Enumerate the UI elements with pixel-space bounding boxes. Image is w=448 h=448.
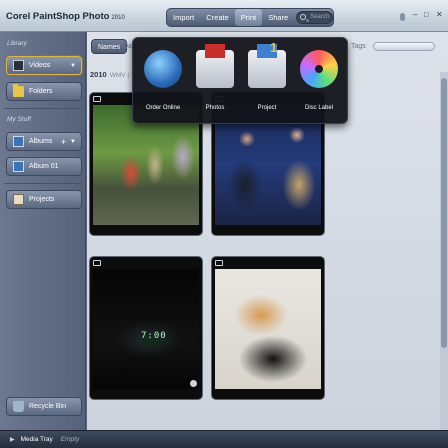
expand-arrow-icon[interactable]: ▶ [10,436,15,443]
main-menu: Import Create Print Share Search [166,8,334,27]
add-album-button[interactable]: + [61,137,66,147]
title-bar: Corel PaintShop Photo 2010 Import Create … [0,0,448,32]
rotate-icon[interactable] [190,380,197,387]
search-icon [300,14,307,20]
recycle-bin-icon [13,401,24,412]
sidebar-item-label: Projects [29,196,55,203]
menu-create[interactable]: Create [200,9,235,26]
sidebar-item-label: Album 01 [29,163,59,170]
app-name: Corel PaintShop Photo [6,11,110,22]
sidebar-item-videos[interactable]: Videos ▼ [6,56,82,75]
clock-display: 7:00 [141,331,167,341]
sidebar-item-albums[interactable]: Albums + ▼ [6,132,82,151]
scrollbar-thumb[interactable] [441,78,447,348]
sidebar-item-recycle-bin[interactable]: Recycle Bin [6,397,82,416]
option-label: Disc Label [304,105,333,111]
album-icon [13,136,24,147]
video-thumbnail[interactable] [211,256,325,400]
sidebar-item-label: Albums [29,138,53,145]
sidebar-item-label: Recycle Bin [29,403,66,410]
folder-icon [13,84,24,97]
zoom-slider[interactable] [373,42,435,51]
microphone-icon[interactable] [400,13,405,21]
sidebar-item-album-01[interactable]: Album 01 [6,157,82,176]
maximize-button[interactable]: □ [424,10,429,19]
menu-share[interactable]: Share [262,9,294,26]
menu-import[interactable]: Import [167,9,200,26]
globe-printer-icon [144,50,182,88]
video-thumbnail[interactable]: 7:00 [89,256,203,400]
project-icon [13,194,24,205]
library-label: Library [7,40,27,47]
search-input[interactable]: Search [296,11,333,24]
thumbnail-image [215,269,321,389]
project-printer-icon: 1 [248,40,286,88]
scrollbar[interactable] [440,72,448,448]
group-year: 2010 [90,70,107,79]
sidebar-item-folders[interactable]: Folders [6,82,82,101]
video-icon [215,260,223,266]
print-option-photos[interactable]: Photos [189,44,241,118]
sidebar: Library Videos ▼ Folders My Stuff Albums… [0,32,86,430]
print-option-project[interactable]: 1 Project [241,40,293,118]
chevron-down-icon[interactable]: ▼ [70,63,76,69]
media-tray-label[interactable]: Media Tray [21,436,53,443]
chevron-down-icon[interactable]: ▼ [70,139,76,145]
media-tray-status: Empty [60,436,80,443]
option-label: Photos [205,105,225,111]
tab-tags[interactable]: Tags [345,39,372,54]
film-icon [13,60,24,71]
minimize-button[interactable]: – [413,10,417,19]
album-icon [13,161,24,172]
divider [4,108,82,109]
print-dropdown: Order Online Photos 1 Project Disc Label [132,37,348,124]
close-button[interactable]: ✕ [436,10,443,19]
option-label: Project [257,105,277,111]
divider [4,183,82,184]
menu-print[interactable]: Print [234,9,263,26]
sidebar-item-label: Folders [29,88,53,95]
printer-icon [196,44,234,88]
app-title: Corel PaintShop Photo 2010 [6,11,125,22]
app-version: 2010 [111,15,125,21]
print-option-disc-label[interactable]: Disc Label [293,46,345,118]
sidebar-item-label: Videos [29,62,51,69]
my-stuff-label: My Stuff [7,116,31,123]
media-tray: ▶ Media Tray Empty [0,430,448,448]
print-option-order-online[interactable]: Order Online [137,46,189,118]
disc-icon [300,50,338,88]
video-icon [93,260,101,266]
search-placeholder: Search [310,14,330,20]
option-label: Order Online [145,105,181,111]
thumbnail-image: 7:00 [93,269,199,389]
sidebar-item-projects[interactable]: Projects [6,190,82,209]
video-icon [93,96,101,102]
